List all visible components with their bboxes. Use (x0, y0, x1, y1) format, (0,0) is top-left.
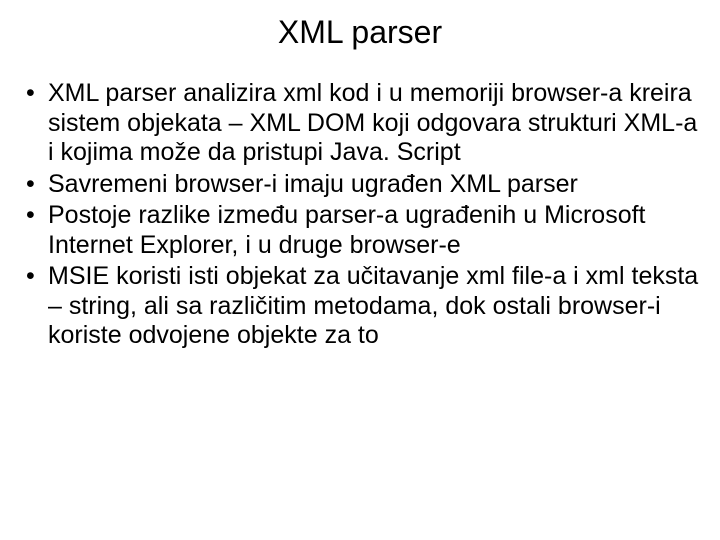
page-title: XML parser (20, 14, 700, 51)
list-item: XML parser analizira xml kod i u memorij… (20, 79, 700, 168)
list-item: Savremeni browser-i imaju ugrađen XML pa… (20, 170, 700, 200)
list-item: Postoje razlike između parser-a ugrađeni… (20, 201, 700, 260)
list-item: MSIE koristi isti objekat za učitavanje … (20, 262, 700, 351)
bullet-list: XML parser analizira xml kod i u memorij… (20, 79, 700, 351)
